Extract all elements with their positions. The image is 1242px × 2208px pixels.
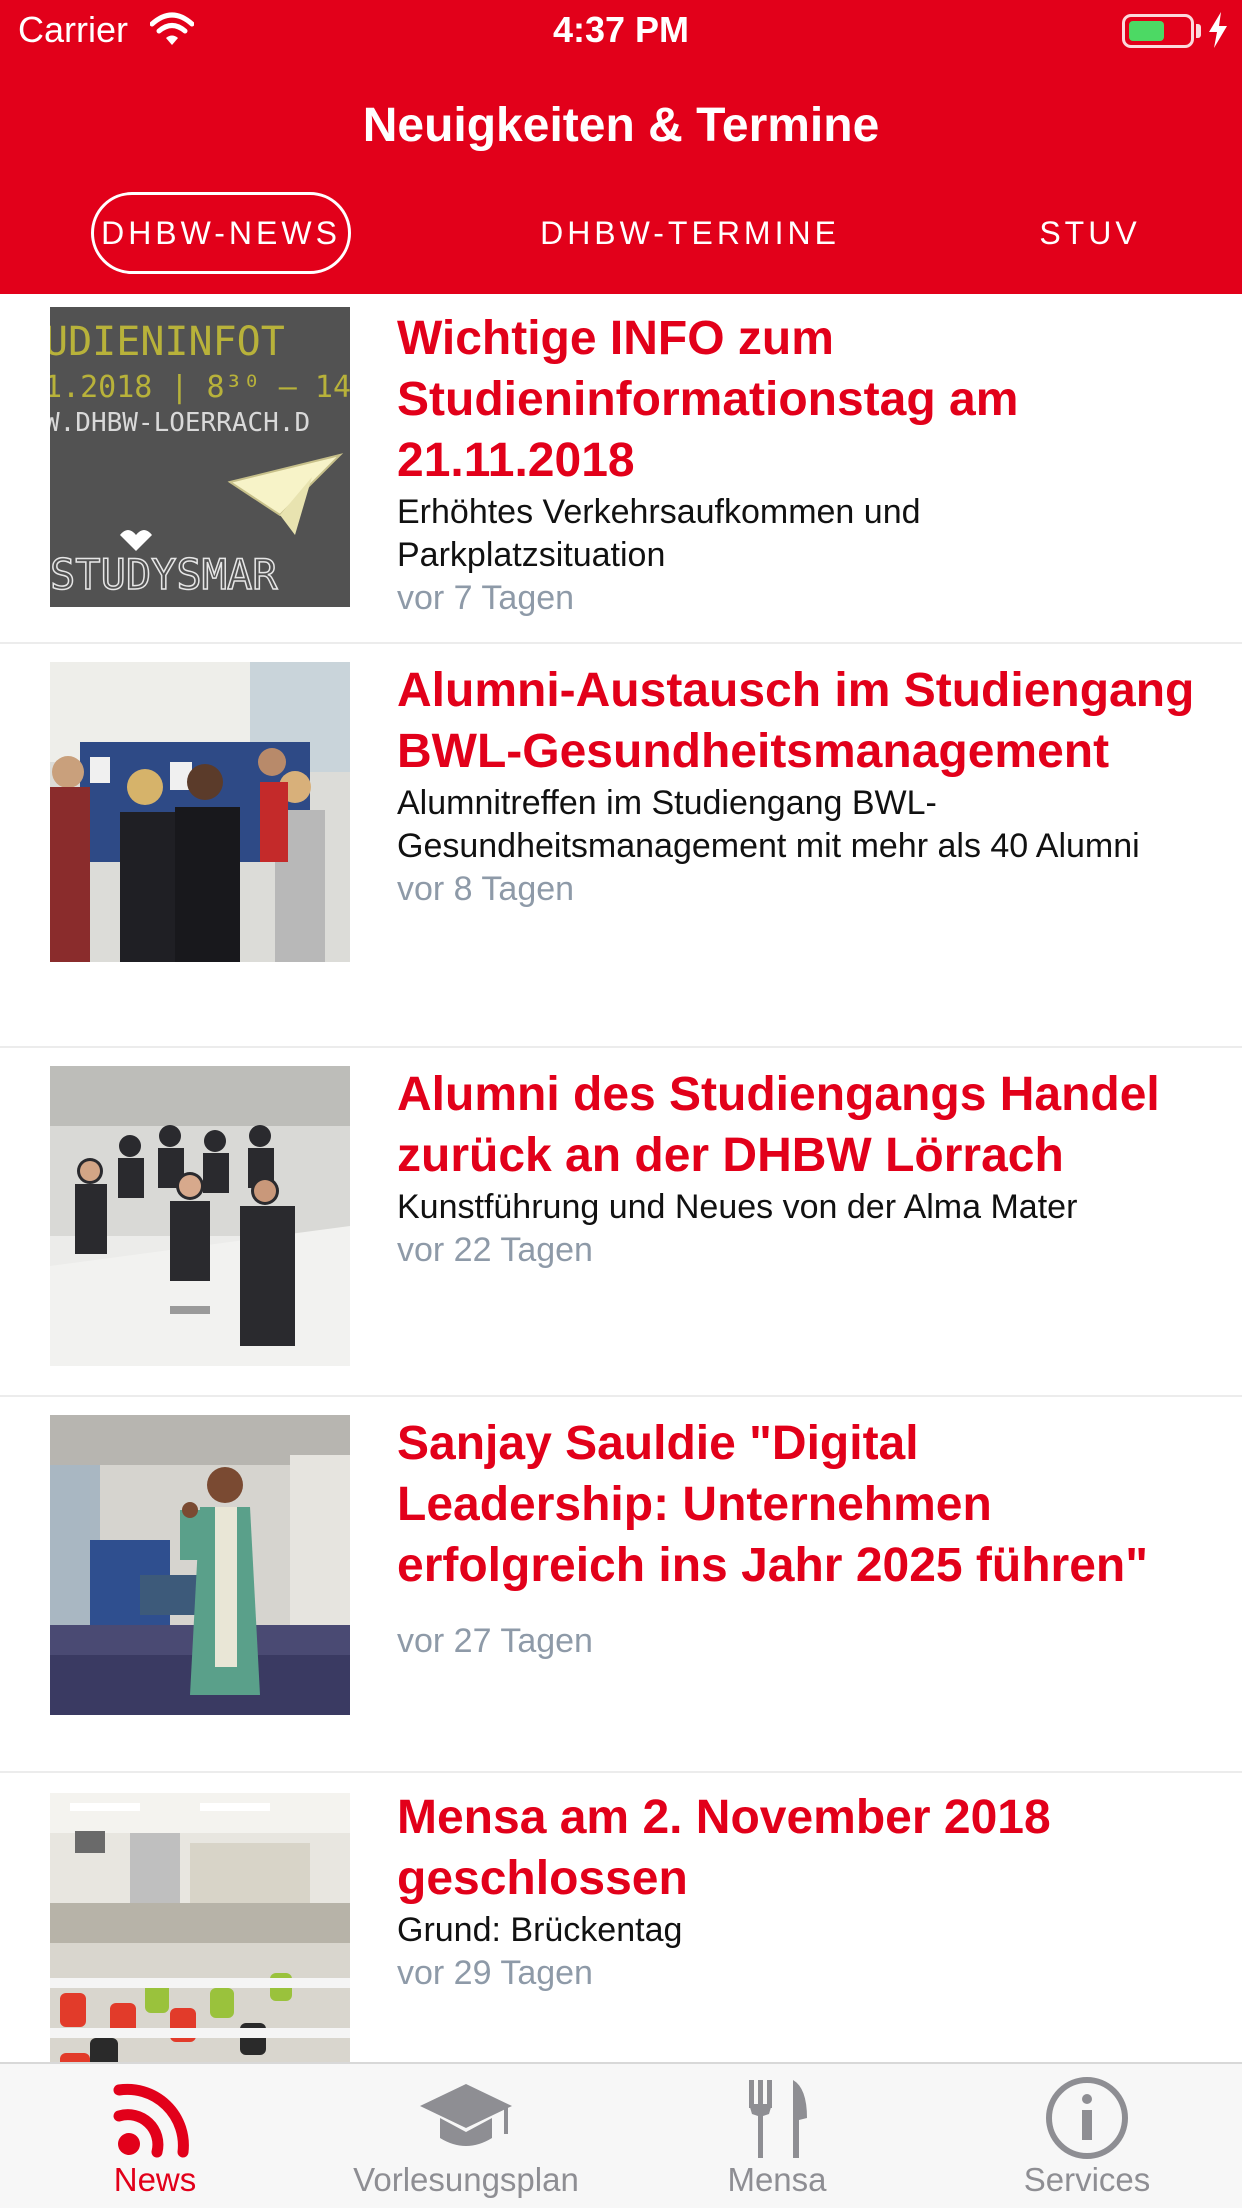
status-bar: Carrier 4:37 PM xyxy=(0,0,1242,60)
cafeteria-image xyxy=(50,1793,350,2062)
news-title: Alumni des Studiengangs Handel zurück an… xyxy=(397,1068,1160,1182)
news-title: Sanjay Sauldie "Digital Leadership: Unte… xyxy=(397,1417,1149,1592)
tab-dhbw-news[interactable]: DHBW-NEWS xyxy=(91,192,351,274)
news-subtitle: Erhöhtes Verkehrsaufkommen und Parkplatz… xyxy=(397,493,921,574)
chalk-text-line-2: 1.2018 | 8³⁰ – 14 xyxy=(50,370,350,405)
tabbar-services-label: Services xyxy=(1023,2161,1151,2198)
tabbar-news-label: News xyxy=(113,2161,197,2198)
news-text: Alumni-Austausch im Studiengang BWL-Gesu… xyxy=(397,660,1197,911)
lecture-hall-group-image xyxy=(50,1066,350,1366)
news-list[interactable]: UDIENINFOT 1.2018 | 8³⁰ – 14 W.DHBW-LOER… xyxy=(0,294,1242,2062)
news-text: Alumni des Studiengangs Handel zurück an… xyxy=(397,1064,1197,1272)
news-time: vor 29 Tagen xyxy=(397,1954,593,1992)
news-time: vor 22 Tagen xyxy=(397,1231,593,1269)
news-text: Wichtige INFO zum Studieninformationstag… xyxy=(397,308,1197,620)
news-time: vor 27 Tagen xyxy=(397,1622,593,1660)
chalk-text-line-1: UDIENINFOT xyxy=(50,319,285,365)
news-item[interactable]: Mensa am 2. November 2018 geschlossen Gr… xyxy=(0,1773,1242,2062)
news-subtitle: Alumnitreffen im Studiengang BWL-Gesundh… xyxy=(397,784,1140,865)
news-title: Mensa am 2. November 2018 geschlossen xyxy=(397,1791,1051,1905)
news-subtitle: Kunstführung und Neues von der Alma Mate… xyxy=(397,1188,1078,1226)
rss-icon xyxy=(113,2083,189,2158)
tab-stuv[interactable]: STUV xyxy=(1010,192,1170,274)
battery-level xyxy=(1129,21,1164,41)
news-time: vor 8 Tagen xyxy=(397,870,575,908)
news-text: Sanjay Sauldie "Digital Leadership: Unte… xyxy=(397,1413,1197,1663)
news-time: vor 7 Tagen xyxy=(397,579,575,617)
news-thumbnail-speaker xyxy=(50,1415,350,1715)
news-thumbnail-lecture-hall xyxy=(50,1066,350,1366)
bottom-tab-bar: News Vorlesungsplan Mensa Services xyxy=(0,2062,1242,2208)
group-of-people-image xyxy=(50,662,350,962)
news-item[interactable]: UDIENINFOT 1.2018 | 8³⁰ – 14 W.DHBW-LOER… xyxy=(0,294,1242,644)
news-thumbnail-chalkboard: UDIENINFOT 1.2018 | 8³⁰ – 14 W.DHBW-LOER… xyxy=(50,307,350,607)
info-icon xyxy=(1046,2077,1128,2159)
app-header: Carrier 4:37 PM Neuigkeiten & Termine DH… xyxy=(0,0,1242,294)
tabbar-vorlesungsplan[interactable]: Vorlesungsplan xyxy=(311,2064,621,2208)
news-title: Alumni-Austausch im Studiengang BWL-Gesu… xyxy=(397,664,1195,778)
chalk-text-line-4: STUDYSMAR xyxy=(50,550,278,599)
news-subtitle: Grund: Brückentag xyxy=(397,1911,683,1949)
chalk-text-line-3: W.DHBW-LOERRACH.D xyxy=(50,408,310,438)
speaker-on-stage-image xyxy=(50,1415,350,1715)
battery-cap xyxy=(1196,24,1201,38)
battery-icon xyxy=(1122,14,1194,48)
page-title: Neuigkeiten & Termine xyxy=(362,99,880,152)
fork-knife-icon xyxy=(749,2080,807,2158)
tab-dhbw-termine[interactable]: DHBW-TERMINE xyxy=(520,192,860,274)
news-item[interactable]: Alumni des Studiengangs Handel zurück an… xyxy=(0,1048,1242,1397)
news-title: Wichtige INFO zum Studieninformationstag… xyxy=(397,312,1019,487)
tabbar-mensa-label: Mensa xyxy=(727,2161,827,2198)
news-item[interactable]: Sanjay Sauldie "Digital Leadership: Unte… xyxy=(0,1397,1242,1773)
news-thumbnail-cafeteria xyxy=(50,1793,350,2062)
charging-bolt-icon xyxy=(1209,12,1227,48)
news-item[interactable]: Alumni-Austausch im Studiengang BWL-Gesu… xyxy=(0,644,1242,1048)
tabbar-services[interactable]: Services xyxy=(932,2064,1242,2208)
tabbar-news[interactable]: News xyxy=(0,2064,310,2208)
status-time: 4:37 PM xyxy=(552,9,690,50)
chalkboard-image: UDIENINFOT 1.2018 | 8³⁰ – 14 W.DHBW-LOER… xyxy=(50,307,350,607)
news-text: Mensa am 2. November 2018 geschlossen Gr… xyxy=(397,1787,1197,1995)
graduation-cap-icon xyxy=(420,2084,512,2146)
tabbar-mensa[interactable]: Mensa xyxy=(622,2064,932,2208)
news-thumbnail-group xyxy=(50,662,350,962)
tabbar-vorlesungsplan-label: Vorlesungsplan xyxy=(353,2161,579,2198)
